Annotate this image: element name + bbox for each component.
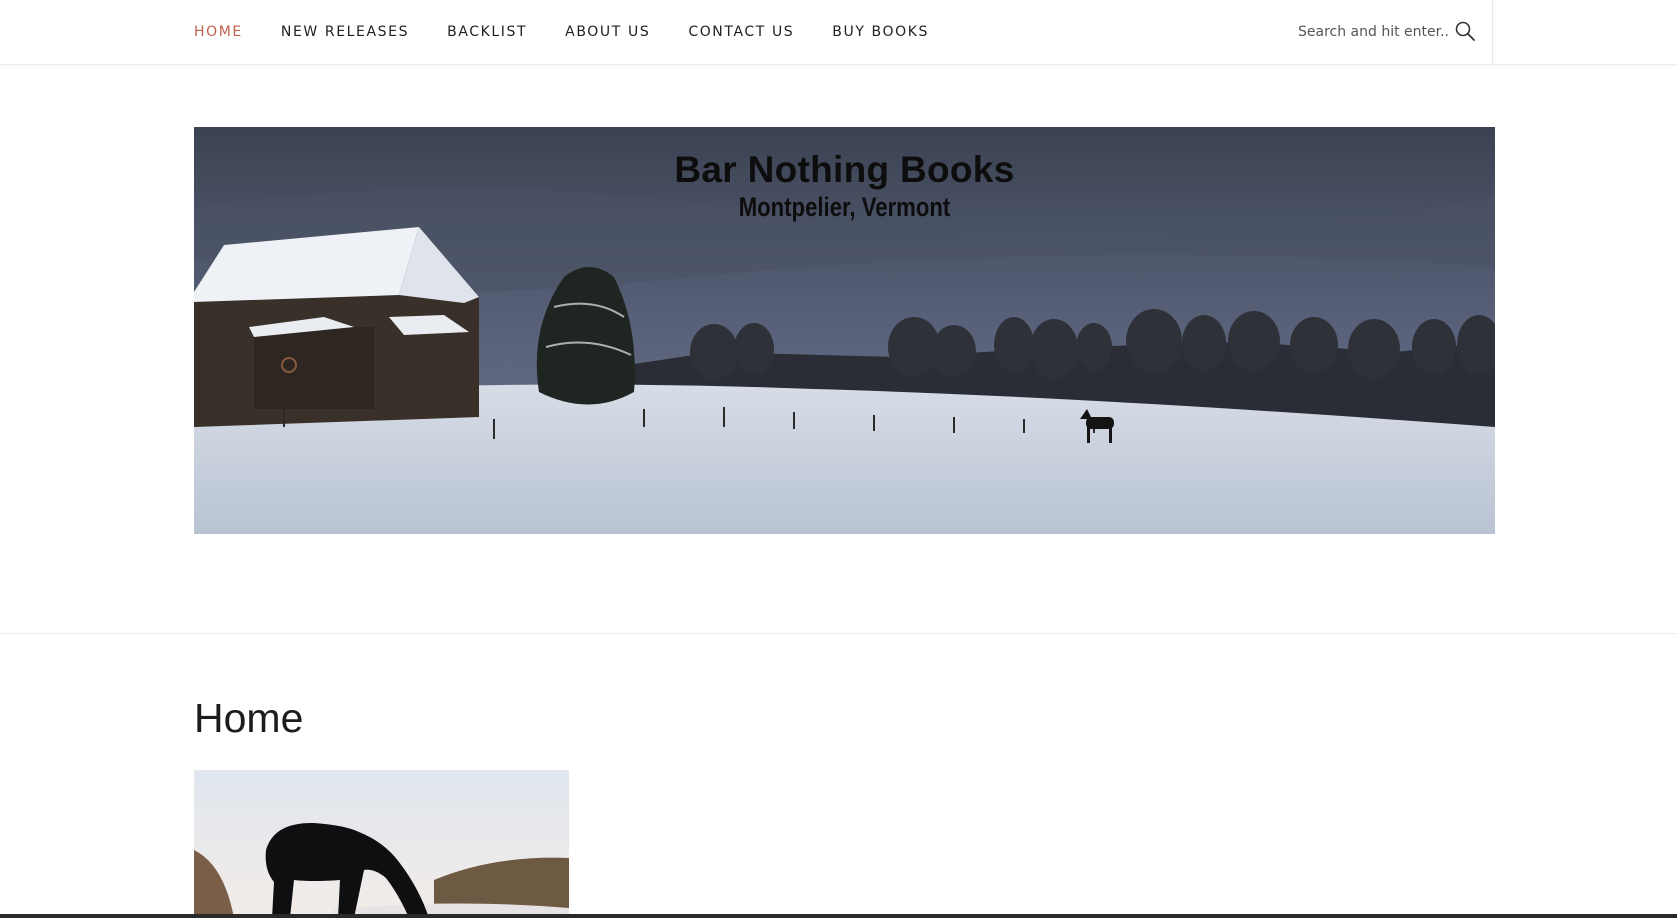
site-header: HOME NEW RELEASES BACKLIST ABOUT US CONT… <box>0 0 1677 65</box>
section-divider <box>0 633 1677 634</box>
nav-item-contact-us[interactable]: CONTACT US <box>688 24 794 40</box>
nav-item-backlist[interactable]: BACKLIST <box>447 24 527 40</box>
banner-subtitle: Montpelier, Vermont <box>738 192 951 222</box>
nav-item-new-releases[interactable]: NEW RELEASES <box>281 24 409 40</box>
featured-image[interactable] <box>194 770 569 918</box>
nav-item-buy-books[interactable]: BUY BOOKS <box>832 24 929 40</box>
header-banner-image: Bar Nothing Books Montpelier, Vermont <box>194 127 1495 534</box>
search-box <box>1290 0 1493 64</box>
nav-item-home[interactable]: HOME <box>194 24 243 40</box>
main-nav: HOME NEW RELEASES BACKLIST ABOUT US CONT… <box>194 0 967 64</box>
bottom-bar <box>0 914 1677 918</box>
banner-title: Bar Nothing Books <box>674 149 1015 190</box>
search-icon[interactable] <box>1454 20 1476 42</box>
nav-item-about-us[interactable]: ABOUT US <box>565 24 650 40</box>
search-input[interactable] <box>1298 20 1448 44</box>
horse-grazing-image <box>194 770 569 918</box>
page-title: Home <box>194 695 304 741</box>
